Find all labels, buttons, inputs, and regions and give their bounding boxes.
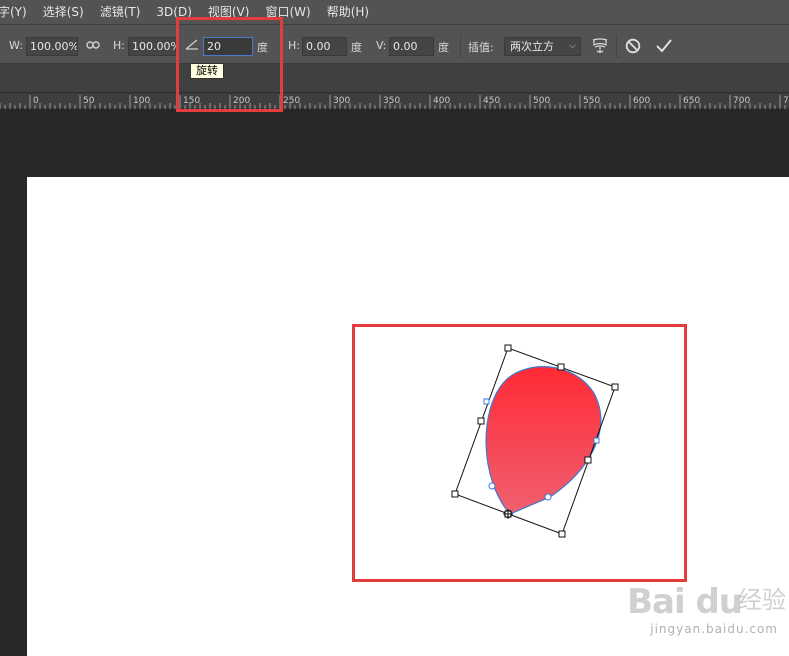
rotate-tooltip: 旋转	[190, 63, 224, 79]
shape-highlight-box	[352, 324, 687, 582]
watermark-url: jingyan.baidu.com	[650, 622, 778, 636]
watermark-brand: Bai du	[627, 582, 743, 622]
baidu-watermark: Bai du 经验 jingyan.baidu.com	[586, 572, 786, 656]
watermark-sub: 经验	[738, 586, 786, 614]
